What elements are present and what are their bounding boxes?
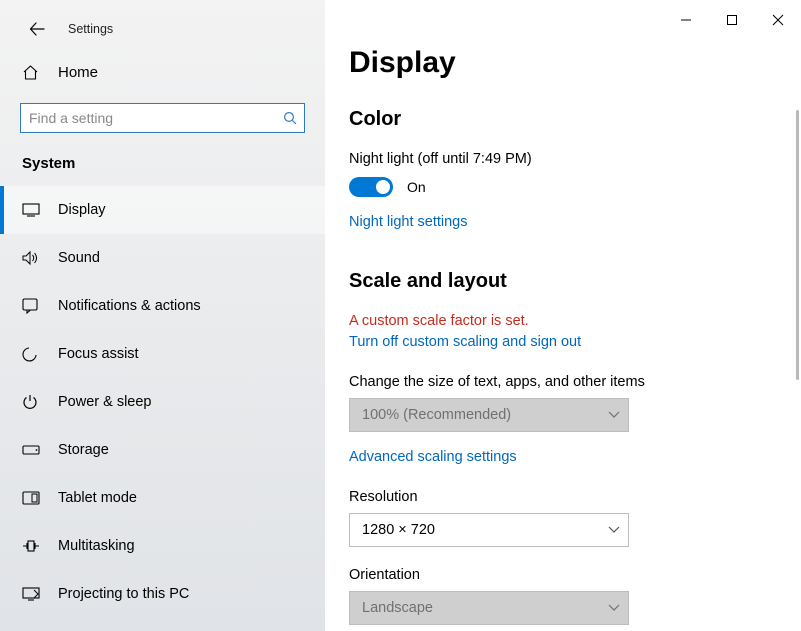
sidebar-item-display[interactable]: Display [0,186,325,234]
settings-page: Display Color Night light (off until 7:4… [325,0,801,631]
search-container [20,103,305,133]
sound-icon [22,250,40,266]
orientation-value: Landscape [362,600,433,616]
chevron-down-icon [608,411,620,419]
turn-off-custom-scaling-link[interactable]: Turn off custom scaling and sign out [349,334,581,350]
sidebar-item-sound[interactable]: Sound [0,234,325,282]
sidebar-item-label: Storage [58,442,109,458]
home-label: Home [58,64,98,81]
nav-category-system: System [0,151,325,186]
content-scrollbar-thumb[interactable] [796,110,799,380]
sidebar-item-label: Focus assist [58,346,139,362]
sidebar-item-tablet-mode[interactable]: Tablet mode [0,474,325,522]
orientation-label: Orientation [349,567,801,583]
search-input[interactable] [20,103,305,133]
app-title: Settings [68,22,113,36]
night-light-toggle[interactable] [349,177,393,197]
page-title: Display [349,46,801,80]
text-size-select: 100% (Recommended) [349,398,629,432]
advanced-scaling-link[interactable]: Advanced scaling settings [349,449,517,465]
chevron-down-icon [608,526,620,534]
text-size-label: Change the size of text, apps, and other… [349,374,801,390]
sidebar: Settings Home System Display Sound Notif… [0,0,325,631]
sidebar-home[interactable]: Home [0,56,325,89]
storage-icon [22,445,40,455]
sidebar-item-multitasking[interactable]: Multitasking [0,522,325,570]
custom-scale-warning: A custom scale factor is set. [349,313,801,329]
display-icon [22,203,40,217]
night-light-toggle-state: On [407,179,426,195]
multitasking-icon [22,539,40,553]
resolution-value: 1280 × 720 [362,522,435,538]
resolution-select[interactable]: 1280 × 720 [349,513,629,547]
sidebar-item-storage[interactable]: Storage [0,426,325,474]
section-heading-color: Color [349,108,801,131]
projecting-icon [22,587,40,601]
chevron-down-icon [608,604,620,612]
search-icon [283,111,297,125]
resolution-label: Resolution [349,489,801,505]
night-light-label: Night light (off until 7:49 PM) [349,151,801,167]
back-button[interactable] [28,20,46,38]
sidebar-item-label: Projecting to this PC [58,586,189,602]
tablet-mode-icon [22,491,40,505]
main-content: Display Color Night light (off until 7:4… [325,0,801,631]
text-size-value: 100% (Recommended) [362,407,511,423]
home-icon [22,64,40,81]
sidebar-item-label: Notifications & actions [58,298,201,314]
section-heading-scale: Scale and layout [349,270,801,293]
titlebar-left: Settings [0,12,325,56]
sidebar-item-notifications[interactable]: Notifications & actions [0,282,325,330]
sidebar-item-focus-assist[interactable]: Focus assist [0,330,325,378]
sidebar-item-power-sleep[interactable]: Power & sleep [0,378,325,426]
toggle-knob [376,180,390,194]
power-icon [22,394,40,410]
sidebar-item-label: Sound [58,250,100,266]
orientation-select: Landscape [349,591,629,625]
focus-assist-icon [22,346,40,362]
sidebar-item-label: Power & sleep [58,394,152,410]
sidebar-item-label: Multitasking [58,538,135,554]
sidebar-item-label: Display [58,202,106,218]
night-light-settings-link[interactable]: Night light settings [349,214,467,230]
notifications-icon [22,298,40,314]
arrow-left-icon [29,21,45,37]
sidebar-item-label: Tablet mode [58,490,137,506]
sidebar-item-projecting[interactable]: Projecting to this PC [0,570,325,618]
night-light-toggle-row: On [349,177,801,197]
